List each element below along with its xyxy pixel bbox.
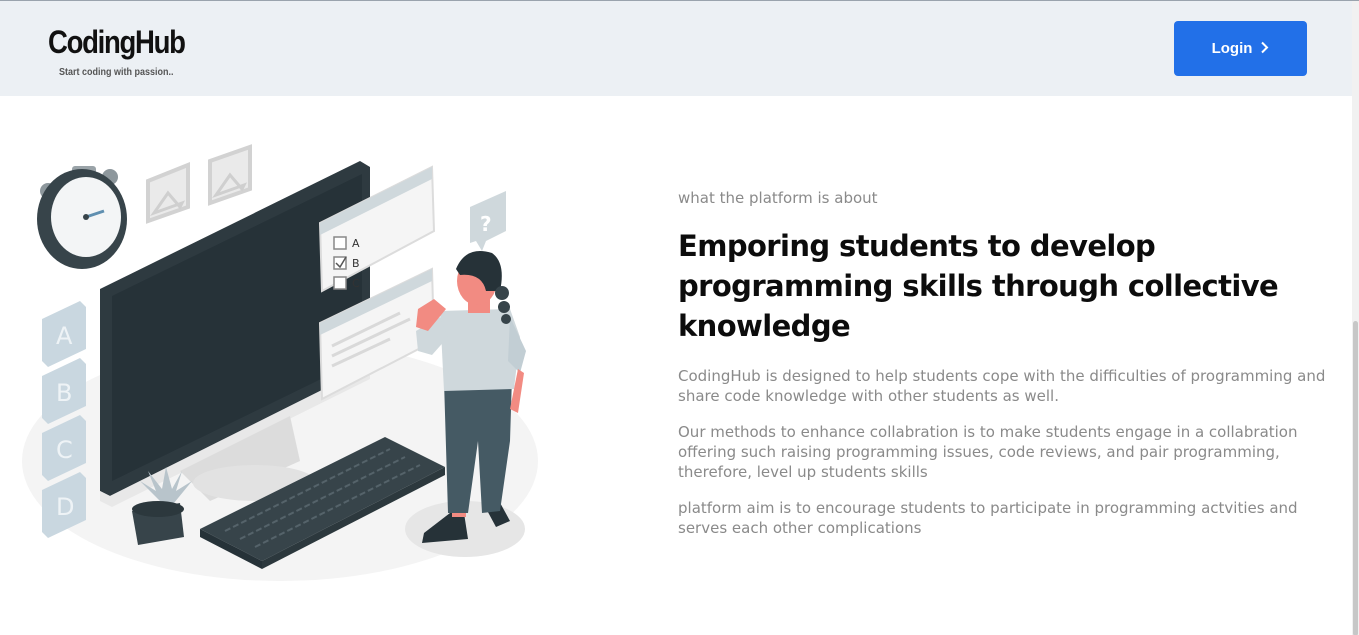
svg-text:A: A (56, 322, 73, 350)
svg-text:C: C (352, 277, 360, 290)
picture-frame-icon (146, 162, 190, 224)
login-button[interactable]: Login (1174, 21, 1307, 76)
svg-text:D: D (56, 493, 74, 521)
scrollbar-thumb[interactable] (1353, 321, 1358, 635)
section-headline: Emporing students to develop programming… (678, 229, 1279, 343)
svg-text:A: A (352, 237, 360, 250)
svg-text:?: ? (480, 212, 492, 236)
page: CodingHub Start coding with passion.. Lo… (0, 0, 1359, 635)
brand-name: CodingHub (48, 24, 186, 60)
stopwatch-icon (37, 166, 127, 269)
hero-illustration: A B C D A B C ? (20, 141, 550, 586)
top-navbar: CodingHub Start coding with passion.. Lo… (0, 1, 1359, 96)
brand-tagline: Start coding with passion.. (59, 67, 174, 78)
svg-text:C: C (56, 436, 73, 464)
about-paragraph-3: platform aim is to encourage students to… (678, 499, 1298, 537)
brand-logo[interactable]: CodingHub Start coding with passion.. (48, 23, 207, 78)
svg-text:B: B (56, 379, 72, 407)
login-label: Login (1211, 40, 1253, 57)
about-paragraph-2: Our methods to enhance collabration is t… (678, 423, 1298, 481)
about-paragraph-1: CodingHub is designed to help students c… (678, 367, 1326, 405)
section-eyebrow: what the platform is about (678, 189, 878, 207)
svg-text:B: B (352, 257, 360, 270)
about-section: what the platform is about Emporing stud… (678, 187, 1340, 538)
picture-frame-icon (208, 144, 252, 206)
letter-block-a: A (42, 301, 86, 367)
page-scrollbar[interactable] (1352, 1, 1359, 635)
question-bubble-icon: ? (470, 191, 506, 251)
chevron-right-icon (1260, 41, 1269, 57)
